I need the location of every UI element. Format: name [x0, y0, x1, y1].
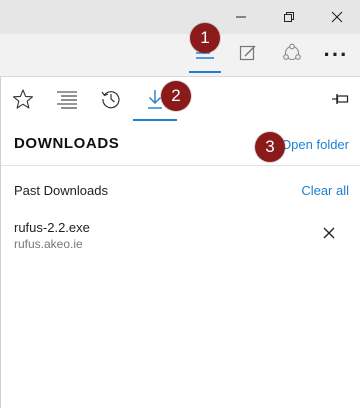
download-filename[interactable]: rufus-2.2.exe — [14, 220, 90, 235]
more-button[interactable]: ··· — [314, 34, 358, 76]
history-icon — [100, 88, 122, 115]
minimize-icon — [235, 11, 247, 23]
download-source: rufus.akeo.ie — [14, 237, 83, 251]
open-folder-link[interactable]: Open folder — [281, 137, 349, 152]
tab-history[interactable] — [89, 83, 133, 119]
tab-reading-list[interactable] — [45, 83, 89, 119]
star-icon — [12, 88, 34, 115]
restore-button[interactable] — [266, 0, 312, 34]
past-downloads-label: Past Downloads — [14, 183, 108, 198]
close-window-button[interactable] — [314, 0, 360, 34]
browser-toolbar: ··· — [0, 34, 360, 76]
downloads-title: DOWNLOADS — [14, 135, 120, 152]
share-icon — [281, 43, 303, 68]
web-note-icon — [239, 44, 257, 67]
download-item[interactable]: rufus-2.2.exe rufus.akeo.ie — [1, 215, 360, 257]
clear-all-link[interactable]: Clear all — [301, 183, 349, 198]
remove-download-button[interactable] — [319, 225, 339, 245]
web-note-button[interactable] — [226, 34, 270, 76]
tab-favorites[interactable] — [1, 83, 45, 119]
close-icon — [331, 11, 343, 23]
close-icon — [323, 226, 335, 244]
title-bar — [0, 0, 360, 34]
reading-list-icon — [56, 89, 78, 114]
pin-pane-button[interactable] — [325, 83, 355, 119]
share-button[interactable] — [270, 34, 314, 76]
callout-1: 1 — [190, 23, 220, 53]
callout-3: 3 — [255, 132, 285, 162]
minimize-button[interactable] — [218, 0, 264, 34]
hub-panel: DOWNLOADS Open folder Past Downloads Cle… — [0, 76, 360, 408]
pin-icon — [331, 92, 349, 110]
header-divider — [1, 165, 360, 166]
restore-icon — [283, 11, 295, 23]
more-icon: ··· — [323, 42, 349, 67]
callout-2: 2 — [161, 81, 191, 111]
